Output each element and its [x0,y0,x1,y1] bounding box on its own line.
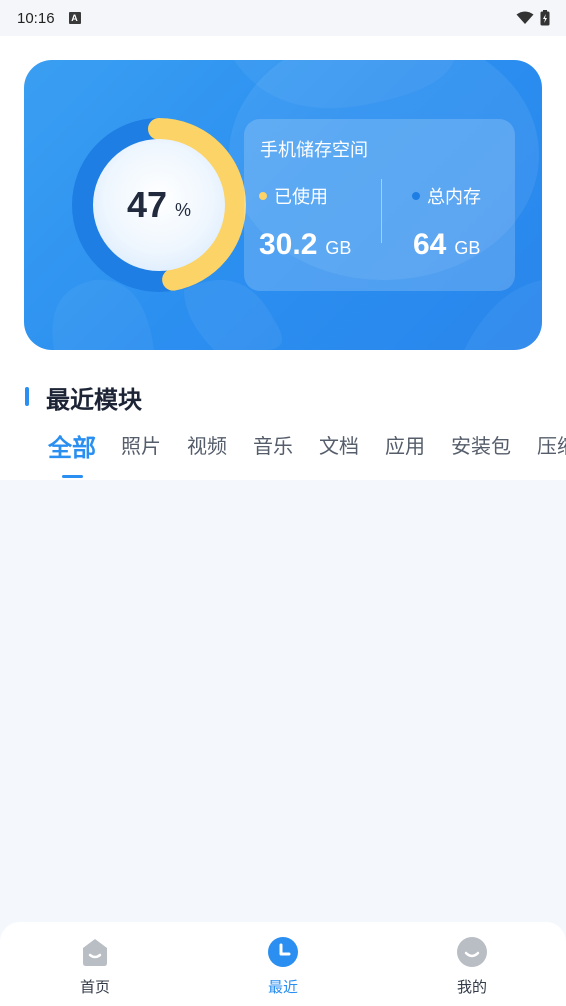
storage-info-box: 手机储存空间 已使用 总内存 30.2 GB 64 GB [244,119,515,291]
used-value: 30.2 [259,228,318,261]
category-tabs: 全部 照片 视频 音乐 文档 应用 安装包 压缩 [0,430,566,480]
section-title: 最近模块 [46,386,142,414]
used-value-row: 30.2 GB [259,228,351,262]
nav-mine-label: 我的 [456,978,487,996]
nav-home-label: 首页 [79,978,110,996]
tab-archives[interactable]: 压缩 [537,430,566,459]
ring-center: 47 % [93,139,225,271]
tab-photos[interactable]: 照片 [121,430,161,459]
profile-icon [457,937,487,967]
total-value-row: 64 GB [413,228,480,262]
bottom-nav: 首页 最近 我的 [0,922,566,1006]
used-dot-icon [259,192,267,200]
status-time: 10:16 [17,9,55,27]
nav-home[interactable]: 首页 [55,936,135,997]
total-unit: GB [454,238,481,258]
tab-videos[interactable]: 视频 [187,430,227,459]
used-legend: 已使用 [259,183,328,209]
tab-packages[interactable]: 安装包 [451,430,511,459]
nav-recent[interactable]: 最近 [243,936,323,997]
total-value: 64 [413,228,447,261]
wifi-icon [516,11,534,24]
tab-all[interactable]: 全部 [48,430,96,463]
tab-music[interactable]: 音乐 [253,430,293,459]
tab-documents[interactable]: 文档 [319,430,359,459]
nav-mine[interactable]: 我的 [432,936,512,997]
clock-icon [268,937,298,967]
total-dot-icon [412,192,420,200]
percent-unit: % [175,199,192,220]
used-percent: 47 [126,184,168,225]
nav-recent-label: 最近 [267,978,298,996]
total-legend: 总内存 [412,183,481,209]
used-label: 已使用 [274,187,328,208]
total-label: 总内存 [427,187,481,208]
storage-title: 手机储存空间 [260,140,368,161]
active-tab-indicator [62,475,83,478]
storage-card: 47 % 手机储存空间 已使用 总内存 30.2 GB 64 GB [24,60,542,350]
section-title-marker [25,387,29,406]
a-notification-icon: A [68,12,81,24]
used-unit: GB [325,238,352,258]
info-divider [381,179,382,243]
battery-icon [540,10,550,26]
home-icon [83,939,107,966]
tab-apps[interactable]: 应用 [385,430,425,459]
storage-ring: 47 % [72,118,246,292]
status-bar: 10:16 A [0,0,566,36]
